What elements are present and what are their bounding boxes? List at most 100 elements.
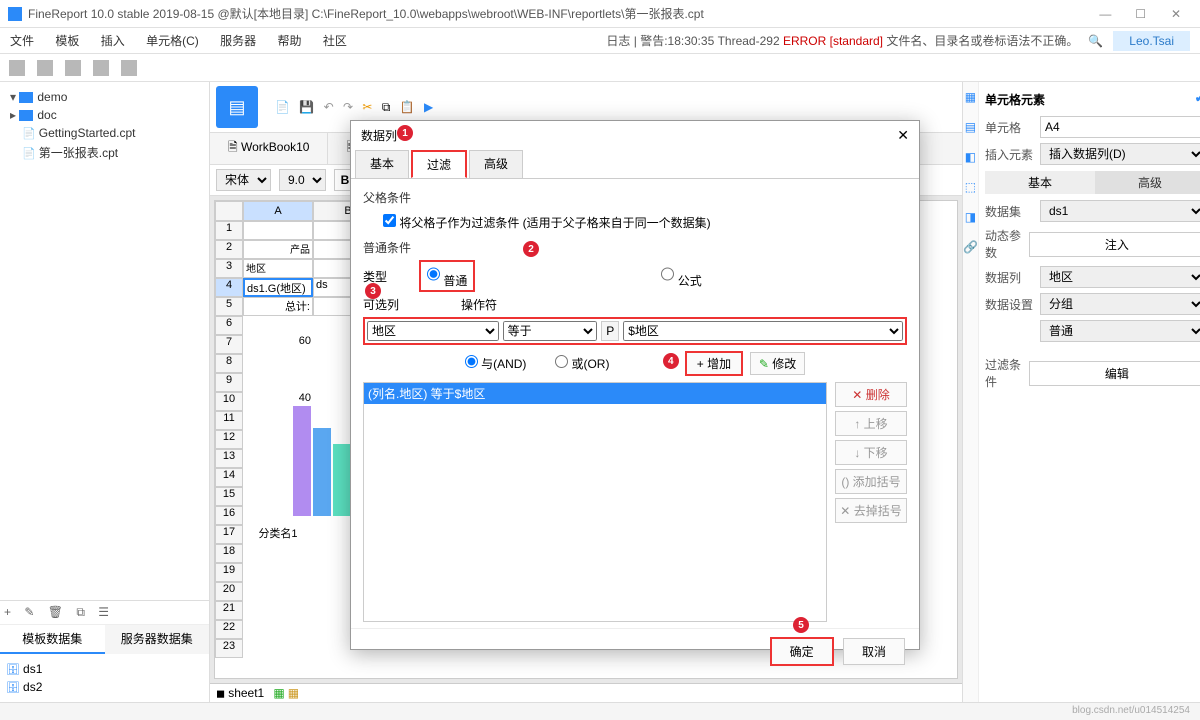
tab-server-ds[interactable]: 服务器数据集 [105,625,210,654]
tab-template-ds[interactable]: 模板数据集 [0,625,105,654]
search-icon[interactable]: 🔍 [1088,34,1103,48]
datacfg-select[interactable]: 分组 [1040,293,1200,315]
add-button[interactable]: + 增加 [685,351,743,376]
dataset-item[interactable]: ds1 [6,660,203,678]
redo-icon[interactable]: ↷ [343,100,353,114]
save-icon[interactable]: 💾 [299,100,314,114]
copy-icon[interactable] [65,60,81,76]
condition-list[interactable]: (列名.地区) 等于$地区 [363,382,827,622]
datacol-select[interactable]: 地区 [1040,266,1200,288]
cell-ref-input[interactable] [1040,116,1200,138]
tree-folder-demo[interactable]: demo [6,88,203,106]
operator-select[interactable]: 等于 [503,321,598,341]
radio-formula[interactable]: 公式 [661,263,701,289]
paste-icon[interactable] [93,60,109,76]
down-button[interactable]: ↓ 下移 [835,440,907,465]
minimize-button[interactable]: — [1089,7,1121,21]
dataset-list: ds1 ds2 [0,654,209,702]
window-buttons: — ☐ ✕ [1089,7,1192,21]
maximize-button[interactable]: ☐ [1125,7,1157,21]
remove-paren-button[interactable]: ✕ 去掉括号 [835,498,907,523]
modify-button[interactable]: ✎ 修改 [750,352,805,375]
watermark: blog.csdn.net/u014514254 [0,702,1200,720]
toolbar [0,54,1200,82]
window-title: FineReport 10.0 stable 2019-08-15 @默认[本地… [28,5,1089,22]
tab-basic[interactable]: 基本 [985,171,1095,194]
menu-community[interactable]: 社区 [323,34,347,48]
callout-2: 2 [523,241,539,257]
chart-bar [293,406,311,516]
delete-icon[interactable] [121,60,137,76]
ds-edit-icon[interactable]: ✎ [24,605,34,619]
size-select[interactable]: 9.0 [279,169,326,191]
ok-button[interactable]: 确定 [770,637,834,666]
sheet-tab[interactable]: sheet1 [228,686,264,700]
user-badge[interactable]: Leo.Tsai [1113,31,1190,51]
menu-help[interactable]: 帮助 [277,34,301,48]
param-icon[interactable]: P [601,321,619,341]
new-icon[interactable] [9,60,25,76]
ds-copy-icon[interactable]: ⧉ [76,605,85,619]
dialog-close-icon[interactable]: ✕ [897,127,909,144]
close-button[interactable]: ✕ [1160,7,1192,21]
mode-select[interactable]: 普通 [1040,320,1200,342]
ds-delete-icon[interactable]: 🗑 [48,605,63,619]
cond-icon[interactable]: ◨ [963,202,978,232]
tree-file[interactable]: 第一张报表.cpt [6,142,203,163]
cut-icon[interactable]: ✂ [362,100,372,114]
run-icon[interactable]: ▶ [424,100,433,114]
cell-element-icon[interactable]: ▦ [963,82,978,112]
radio-or[interactable]: 或(OR) [555,357,609,371]
parent-check[interactable]: 将父格子作为过滤条件 (适用于父子格来自于同一个数据集) [383,216,711,230]
menu-file[interactable]: 文件 [10,34,34,48]
callout-4: 4 [663,353,679,369]
tree-file[interactable]: GettingStarted.cpt [6,124,203,142]
dataset-select[interactable]: ds1 [1040,200,1200,222]
preview-icon[interactable]: ▤ [216,86,258,128]
delete-button[interactable]: ✕ 删除 [835,382,907,407]
col-header[interactable]: A [243,201,313,221]
menu-template[interactable]: 模板 [55,34,79,48]
radio-normal[interactable]: 普通 [419,260,475,292]
ds-more-icon[interactable]: ☰ [98,605,109,619]
dlg-tab-advanced[interactable]: 高级 [469,150,523,178]
cell-attr-icon[interactable]: ▤ [963,112,978,142]
tab-advanced[interactable]: 高级 [1095,171,1200,194]
ds-add-icon[interactable]: + [4,605,11,619]
list-item[interactable]: (列名.地区) 等于$地区 [364,383,826,404]
menu-cell[interactable]: 单元格(C) [146,34,199,48]
dataset-item[interactable]: ds2 [6,678,203,696]
paste-icon[interactable]: 📋 [400,100,415,114]
font-select[interactable]: 宋体 [216,169,271,191]
parent-cond-title: 父格条件 [363,189,907,206]
up-button[interactable]: ↑ 上移 [835,411,907,436]
radio-and[interactable]: 与(AND) [465,357,527,371]
cell-a4[interactable]: ds1.G(地区) [243,278,313,297]
inject-button[interactable]: 注入 [1029,232,1200,257]
dlg-tab-basic[interactable]: 基本 [355,150,409,178]
copy-icon[interactable]: ⧉ [382,100,391,114]
menu-server[interactable]: 服务器 [220,34,256,48]
cancel-button[interactable]: 取消 [843,638,905,665]
check-icon[interactable]: ✔ [1195,91,1200,108]
open-icon[interactable] [37,60,53,76]
menu-insert[interactable]: 插入 [101,34,125,48]
sheet-footer: ◼ sheet1 ▦ ▦ [210,683,962,702]
add-paren-button[interactable]: () 添加括号 [835,469,907,494]
tab-workbook[interactable]: 🗎 WorkBook10 [210,133,328,164]
toolbar-icon[interactable]: 📄 [275,100,290,114]
value-select[interactable]: $地区 [623,321,903,341]
condition-row: 地区 等于 P $地区 [363,317,907,345]
undo-icon[interactable]: ↶ [324,100,334,114]
widget-icon[interactable]: ⬚ [963,172,978,202]
dlg-tab-filter[interactable]: 过滤 [411,150,467,178]
link-icon[interactable]: 🔗 [963,232,978,262]
tree-folder-doc[interactable]: doc [6,106,203,124]
callout-3: 3 [365,283,381,299]
file-tree: demo doc GettingStarted.cpt 第一张报表.cpt [0,82,209,600]
edit-filter-button[interactable]: 编辑 [1029,361,1200,386]
float-icon[interactable]: ◧ [963,142,978,172]
titlebar: FineReport 10.0 stable 2019-08-15 @默认[本地… [0,0,1200,28]
insert-select[interactable]: 插入数据列(D) [1040,143,1200,165]
column-select[interactable]: 地区 [367,321,499,341]
